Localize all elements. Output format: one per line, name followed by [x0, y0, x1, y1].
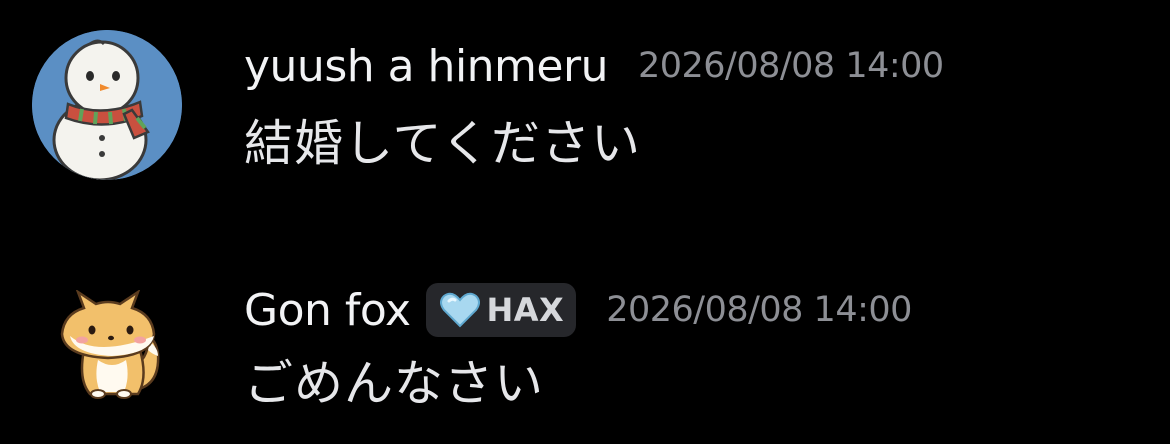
username[interactable]: Gon fox — [244, 285, 411, 336]
username[interactable]: yuush a hinmeru — [244, 41, 608, 92]
message-header: yuush a hinmeru 2026/08/08 14:00 — [244, 36, 944, 96]
avatar[interactable] — [32, 30, 182, 180]
snowman-avatar-icon — [32, 30, 182, 180]
timestamp: 2026/08/08 14:00 — [637, 46, 944, 86]
message-header: Gon fox HAX 2026/08/08 14:00 — [244, 280, 912, 340]
server-tag-badge[interactable]: HAX — [426, 283, 577, 337]
fox-avatar-icon — [60, 290, 160, 399]
tag-label: HAX — [486, 291, 565, 329]
timestamp: 2026/08/08 14:00 — [606, 290, 912, 330]
avatar[interactable] — [46, 290, 174, 400]
light-blue-heart-icon — [440, 292, 481, 328]
message-text: ごめんなさい — [244, 355, 545, 412]
chat-message: Gon fox HAX 2026/08/08 14:00 ごめんなさい — [0, 250, 1170, 444]
chat-message: yuush a hinmeru 2026/08/08 14:00 結婚してくださ… — [0, 0, 1170, 200]
message-text: 結婚してください — [244, 115, 642, 172]
